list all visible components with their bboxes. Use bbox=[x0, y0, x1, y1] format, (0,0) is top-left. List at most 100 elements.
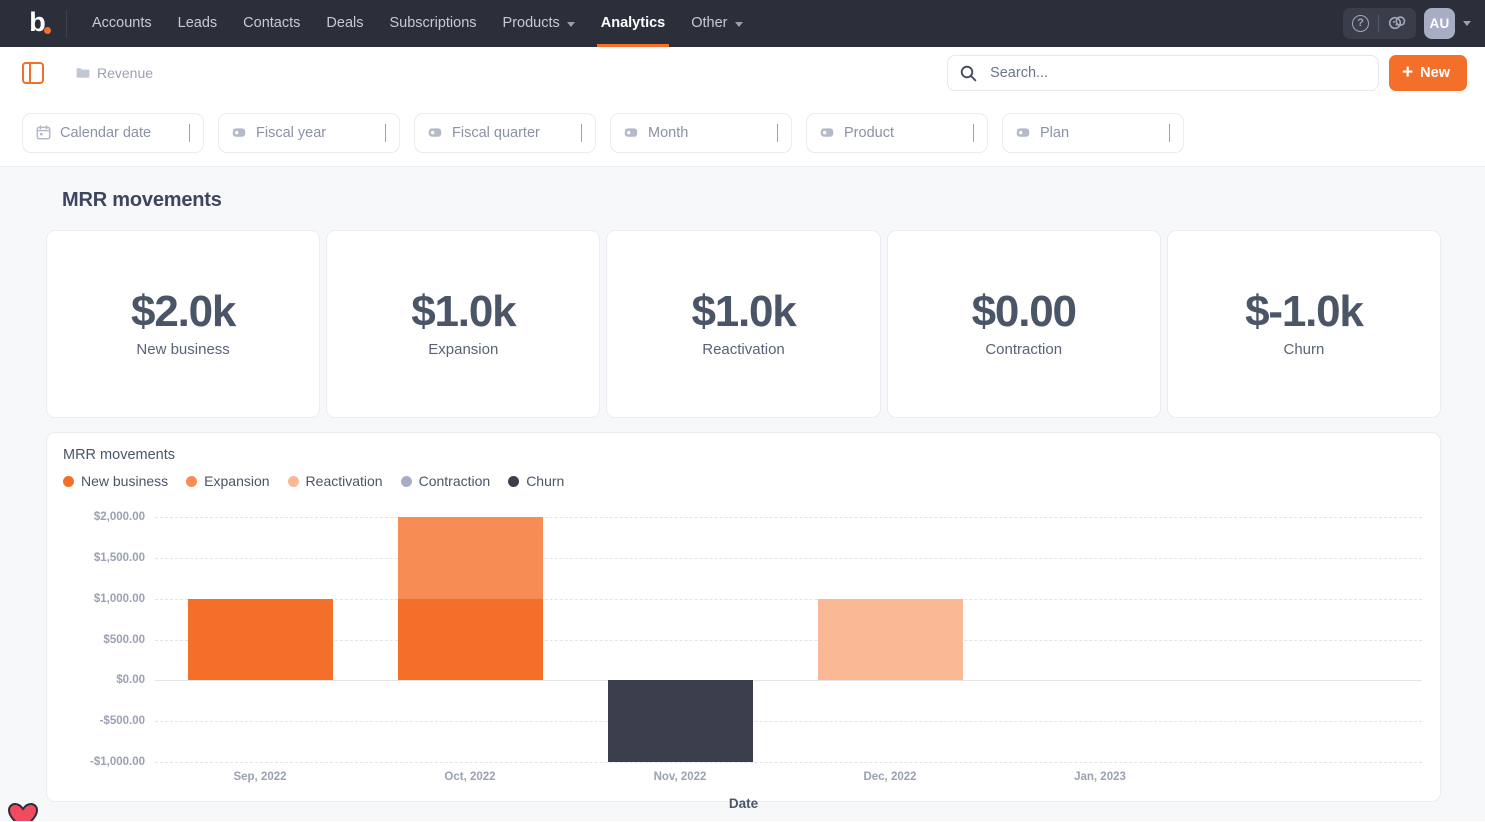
kpi-card-churn: $-1.0k Churn bbox=[1167, 230, 1441, 418]
kpi-card-expansion: $1.0k Expansion bbox=[326, 230, 600, 418]
legend-item-reactivation[interactable]: Reactivation bbox=[288, 473, 383, 489]
filter-label: Calendar date bbox=[60, 125, 151, 141]
help-icon[interactable]: ? bbox=[1352, 15, 1369, 32]
nav-item-products[interactable]: Products bbox=[490, 0, 588, 47]
cookie-settings-icon[interactable] bbox=[1388, 14, 1407, 33]
bar-expansion[interactable] bbox=[398, 517, 543, 599]
nav-item-accounts[interactable]: Accounts bbox=[79, 0, 165, 47]
zero-axis-line bbox=[155, 680, 1422, 681]
chevron-down-icon bbox=[567, 22, 575, 27]
sidebar-toggle-icon[interactable] bbox=[22, 62, 44, 84]
breadcrumb-label: Revenue bbox=[97, 65, 153, 81]
search-input[interactable] bbox=[988, 64, 1366, 82]
legend-color-dot bbox=[288, 476, 299, 487]
nav-items: Accounts Leads Contacts Deals Subscripti… bbox=[79, 0, 756, 47]
breadcrumb[interactable]: Revenue bbox=[76, 65, 153, 81]
nav-label: Leads bbox=[178, 0, 218, 47]
avatar[interactable]: AU bbox=[1424, 8, 1455, 39]
gridline bbox=[155, 558, 1422, 559]
new-button[interactable]: + New bbox=[1389, 55, 1467, 91]
filter-fiscal-quarter[interactable]: Fiscal quarter bbox=[414, 113, 596, 153]
sub-header: Revenue + New bbox=[0, 47, 1485, 99]
legend-label: Reactivation bbox=[306, 473, 383, 489]
gridline bbox=[155, 762, 1422, 763]
y-axis-tick-label: $1,500.00 bbox=[63, 552, 145, 564]
x-axis-tick-label: Nov, 2022 bbox=[654, 771, 707, 783]
chevron-down-icon bbox=[1157, 124, 1170, 142]
filter-label: Product bbox=[844, 125, 894, 141]
avatar-chevron-down-icon[interactable] bbox=[1463, 21, 1471, 26]
nav-item-deals[interactable]: Deals bbox=[313, 0, 376, 47]
filter-product[interactable]: Product bbox=[806, 113, 988, 153]
nav-label: Contacts bbox=[243, 0, 300, 47]
nav-item-leads[interactable]: Leads bbox=[165, 0, 231, 47]
legend-item-new-business[interactable]: New business bbox=[63, 473, 168, 489]
kpi-card-new-business: $2.0k New business bbox=[46, 230, 320, 418]
legend-color-dot bbox=[401, 476, 412, 487]
legend-color-dot bbox=[63, 476, 74, 487]
tag-icon bbox=[820, 126, 835, 139]
filter-plan[interactable]: Plan bbox=[1002, 113, 1184, 153]
legend-item-expansion[interactable]: Expansion bbox=[186, 473, 269, 489]
nav-divider bbox=[66, 10, 67, 38]
legend-color-dot bbox=[186, 476, 197, 487]
y-axis-tick-label: -$500.00 bbox=[63, 715, 145, 727]
kpi-label: Reactivation bbox=[702, 341, 785, 358]
chevron-down-icon bbox=[177, 124, 190, 142]
top-navigation-bar: b Accounts Leads Contacts Deals Subscrip… bbox=[0, 0, 1485, 47]
nav-label: Other bbox=[691, 0, 727, 47]
legend-item-contraction[interactable]: Contraction bbox=[401, 473, 491, 489]
heart-icon[interactable] bbox=[8, 803, 38, 821]
y-axis-tick-label: $2,000.00 bbox=[63, 511, 145, 523]
bar-reactivation[interactable] bbox=[818, 599, 963, 681]
kpi-label: Expansion bbox=[428, 341, 498, 358]
nav-item-other[interactable]: Other bbox=[678, 0, 755, 47]
page-title: MRR movements bbox=[18, 167, 1467, 212]
tag-icon bbox=[232, 126, 247, 139]
folder-icon bbox=[76, 67, 90, 79]
legend-item-churn[interactable]: Churn bbox=[508, 473, 564, 489]
bar-churn[interactable] bbox=[608, 680, 753, 762]
app-logo[interactable]: b bbox=[14, 0, 60, 47]
chevron-down-icon bbox=[735, 22, 743, 27]
tag-icon bbox=[624, 126, 639, 139]
chevron-down-icon bbox=[765, 124, 778, 142]
gridline bbox=[155, 640, 1422, 641]
kpi-card-contraction: $0.00 Contraction bbox=[887, 230, 1161, 418]
bar-new-business[interactable] bbox=[188, 599, 333, 681]
x-axis-tick-label: Oct, 2022 bbox=[444, 771, 495, 783]
bar-new-business[interactable] bbox=[398, 599, 543, 681]
filter-fiscal-year[interactable]: Fiscal year bbox=[218, 113, 400, 153]
x-axis-title: Date bbox=[63, 796, 1424, 811]
legend-label: Churn bbox=[526, 473, 564, 489]
chevron-down-icon bbox=[961, 124, 974, 142]
nav-label: Products bbox=[503, 0, 560, 47]
kpi-value: $0.00 bbox=[972, 290, 1076, 334]
gridline bbox=[155, 721, 1422, 722]
utility-icon-group: ? bbox=[1343, 8, 1416, 39]
filter-month[interactable]: Month bbox=[610, 113, 792, 153]
chart-plot-area: $2,000.00$1,500.00$1,000.00$500.00$0.00-… bbox=[63, 501, 1424, 773]
filter-label: Month bbox=[648, 125, 688, 141]
nav-right-cluster: ? AU bbox=[1343, 8, 1475, 39]
gridline bbox=[155, 599, 1422, 600]
chart-legend: New business Expansion Reactivation Contrac… bbox=[63, 473, 1424, 489]
filter-calendar-date[interactable]: Calendar date bbox=[22, 113, 204, 153]
x-axis-tick-label: Dec, 2022 bbox=[863, 771, 916, 783]
new-button-label: New bbox=[1420, 65, 1450, 81]
search-box[interactable] bbox=[947, 55, 1379, 91]
search-icon bbox=[960, 65, 977, 82]
main-content: MRR movements $2.0k New business $1.0k E… bbox=[0, 167, 1485, 821]
nav-label: Deals bbox=[326, 0, 363, 47]
nav-item-contacts[interactable]: Contacts bbox=[230, 0, 313, 47]
kpi-label: Contraction bbox=[985, 341, 1062, 358]
mrr-movements-chart-panel: MRR movements New businessExpansionReact… bbox=[46, 432, 1441, 802]
y-axis-tick-label: $500.00 bbox=[63, 634, 145, 646]
gridline bbox=[155, 517, 1422, 518]
filter-label: Fiscal year bbox=[256, 125, 326, 141]
legend-color-dot bbox=[508, 476, 519, 487]
nav-item-analytics[interactable]: Analytics bbox=[588, 0, 678, 47]
nav-item-subscriptions[interactable]: Subscriptions bbox=[376, 0, 489, 47]
y-axis-tick-label: $1,000.00 bbox=[63, 593, 145, 605]
chevron-down-icon bbox=[373, 124, 386, 142]
